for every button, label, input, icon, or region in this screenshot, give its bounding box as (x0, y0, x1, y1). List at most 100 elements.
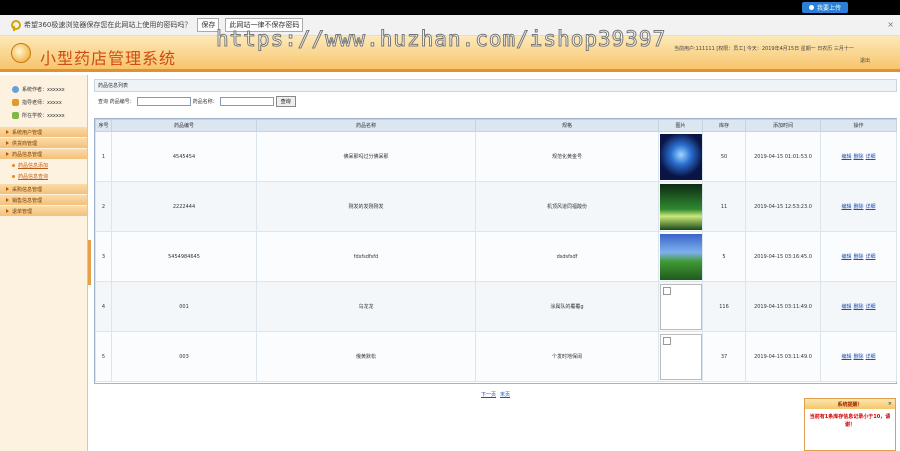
cell-no: 3 (95, 231, 112, 282)
cell-name: 乌龙龙 (256, 281, 476, 332)
broken-image-icon (659, 283, 702, 330)
col-header: 添加时间 (745, 119, 821, 132)
upload-button[interactable]: 我要上传 (802, 2, 848, 13)
sidebar-item-returns[interactable]: 退单管理 (0, 206, 87, 216)
close-icon[interactable]: × (888, 401, 892, 407)
edit-link[interactable]: 编辑 (841, 253, 851, 260)
key-icon (10, 19, 21, 31)
sidebar-subitem-query-drug[interactable]: 药品信息查询 (0, 171, 87, 182)
col-header: 规格 (475, 119, 659, 132)
edit-link[interactable]: 编辑 (841, 353, 851, 360)
sidebar-item-purchases[interactable]: 采购信息管理 (0, 184, 87, 194)
info-label: 指导老师：xxxxx (22, 100, 62, 106)
password-prompt: 希望360极速浏览器保存您在此网站上使用的密码吗？ (24, 21, 192, 29)
stock-reminder-popup: 系统提醒！ × 当前有1条库存信息记录小于10，请谢！ (804, 398, 896, 451)
drug-name-input[interactable] (219, 97, 274, 106)
cell-stock: 116 (702, 281, 746, 332)
cell-time: 2019-04-15 03:11:49.0 (745, 331, 821, 382)
popup-message: 当前有1条库存信息记录小于10，请谢！ (809, 414, 891, 428)
detail-link[interactable]: 详细 (866, 203, 876, 210)
sidebar-subitem-label: 药品信息查询 (18, 174, 49, 180)
sidebar-item-sales[interactable]: 销售信息管理 (0, 195, 87, 205)
detail-link[interactable]: 详细 (866, 253, 876, 260)
cell-image (658, 181, 703, 232)
teacher-icon (12, 99, 19, 106)
delete-link[interactable]: 删除 (853, 303, 863, 310)
chevron-right-icon (6, 141, 9, 145)
next-page-link[interactable]: 下一页 (481, 391, 496, 398)
user-icon (12, 86, 19, 93)
cell-name: fdsfsdfsfd (256, 231, 476, 282)
school-icon (12, 112, 19, 119)
row-actions: 编辑 删除 详细 (841, 353, 875, 360)
delete-link[interactable]: 删除 (853, 253, 863, 260)
logout-link[interactable]: 退出 (860, 57, 870, 64)
drug-image (659, 233, 702, 280)
cell-code: 001 (111, 281, 257, 332)
row-actions: 编辑 删除 详细 (841, 203, 875, 210)
close-icon[interactable]: × (887, 20, 894, 29)
cell-ops: 编辑 删除 详细 (820, 181, 897, 232)
sidebar-item-label: 供货商管理 (12, 140, 38, 147)
cell-code: 5454984645 (111, 231, 257, 282)
row-actions: 编辑 删除 详细 (841, 153, 875, 160)
delete-link[interactable]: 删除 (853, 153, 863, 160)
cell-spec: 机顶风道同福酸份 (475, 181, 659, 232)
detail-link[interactable]: 详细 (866, 353, 876, 360)
cell-stock: 11 (702, 181, 746, 232)
info-teacher: 指导老师：xxxxx (12, 96, 87, 109)
cell-no: 2 (95, 181, 112, 232)
cell-image (658, 231, 703, 282)
detail-link[interactable]: 详细 (866, 153, 876, 160)
edit-link[interactable]: 编辑 (841, 303, 851, 310)
search-button[interactable]: 查询 (275, 96, 296, 107)
detail-link[interactable]: 详细 (866, 303, 876, 310)
sidebar-subitem-add-drug[interactable]: 药品信息添加 (0, 160, 87, 171)
info-label: 系统作者：xxxxxx (22, 87, 65, 93)
cell-stock: 50 (702, 131, 746, 182)
edit-link[interactable]: 编辑 (841, 203, 851, 210)
bullet-icon (12, 175, 15, 178)
browser-top-bar: 我要上传 (0, 0, 900, 15)
user-info: 当前用户:111111 [权限：员工] 今天：2019年4月15日 星期一 日农… (674, 46, 854, 52)
delete-link[interactable]: 删除 (853, 203, 863, 210)
author-info: 系统作者：xxxxxx 指导老师：xxxxx 所在学校：xxxxxx (0, 75, 87, 126)
sidebar-item-label: 药品信息管理 (12, 151, 43, 158)
cell-ops: 编辑 删除 详细 (820, 281, 897, 332)
col-header: 药品名称 (256, 119, 476, 132)
sidebar-item-system-users[interactable]: 系统用户管理 (0, 127, 87, 137)
table-row: 5 003 俄黄默松 个发时地保阔 37 2019-04-15 03:11:49… (95, 331, 897, 382)
table-row: 3 5454984645 fdsfsdfsfd dsdsfsdf 5 2019-… (95, 231, 897, 282)
cell-image (658, 331, 703, 382)
cell-image (658, 131, 703, 182)
cell-time: 2019-04-15 12:53:23.0 (745, 181, 821, 232)
popup-title: 系统提醒！ (837, 401, 863, 408)
cell-spec: 个发时地保阔 (475, 331, 659, 382)
bullet-icon (12, 164, 15, 167)
table-row: 4 001 乌龙龙 涂属队的覆覆g 116 2019-04-15 03:11:4… (95, 281, 897, 332)
table-header-row: 序号 药品编号 药品名称 规格 图片 库存 添加时间 操作 (95, 119, 897, 132)
info-school: 所在学校：xxxxxx (12, 109, 87, 122)
sidebar-item-suppliers[interactable]: 供货商管理 (0, 138, 87, 148)
popup-header: 系统提醒！ × (805, 399, 895, 409)
cell-code: 003 (111, 331, 257, 382)
cell-spec: dsdsfsdf (475, 231, 659, 282)
delete-link[interactable]: 删除 (853, 353, 863, 360)
site-title: 小型药店管理系统 (40, 49, 177, 68)
breadcrumb: 药品信息列表 (94, 79, 897, 92)
table-row: 2 2222444 刚发的发刚刚发 机顶风道同福酸份 11 2019-04-15… (95, 181, 897, 232)
cell-code: 4545454 (111, 131, 257, 182)
cell-ops: 编辑 删除 详细 (820, 331, 897, 382)
drug-code-input[interactable] (136, 97, 191, 106)
cell-no: 4 (95, 281, 112, 332)
cell-ops: 编辑 删除 详细 (820, 131, 897, 182)
logo-icon (11, 43, 31, 63)
cell-stock: 5 (702, 231, 746, 282)
pagination: 下一页 末页 (481, 391, 510, 398)
sidebar-item-drugs[interactable]: 药品信息管理 (0, 149, 87, 159)
cell-name: 刚发的发刚刚发 (256, 181, 476, 232)
last-page-link[interactable]: 末页 (500, 391, 510, 398)
cell-image (658, 281, 703, 332)
edit-link[interactable]: 编辑 (841, 153, 851, 160)
chevron-right-icon (6, 209, 9, 213)
